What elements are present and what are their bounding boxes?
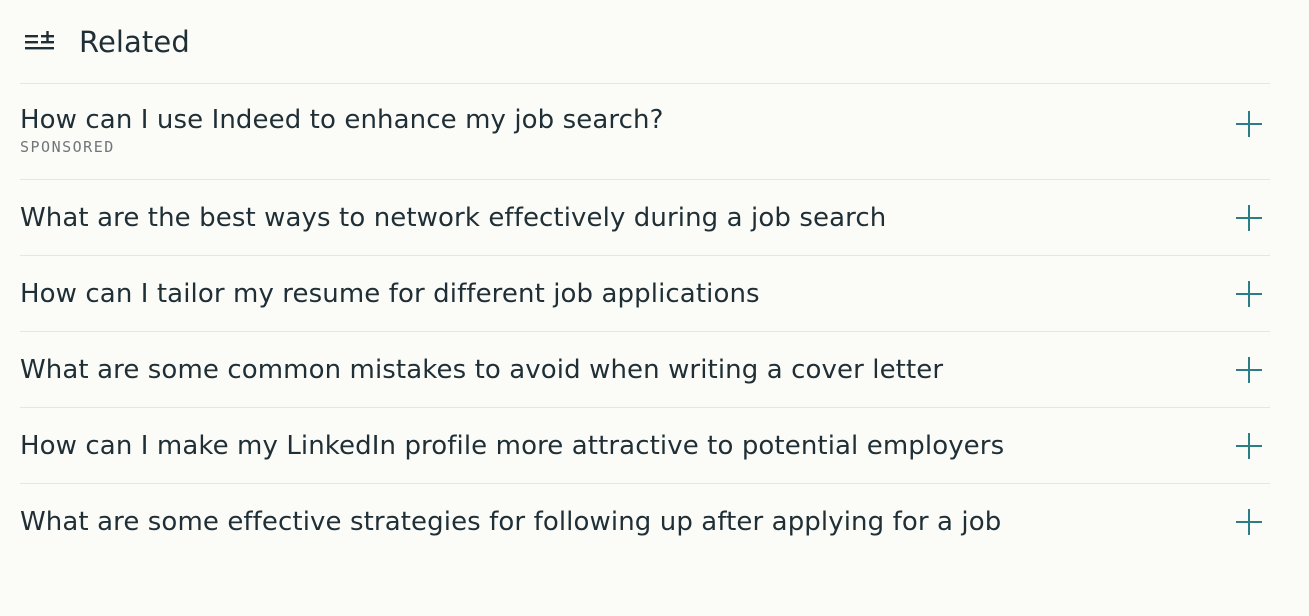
related-question: What are some effective strategies for f… bbox=[20, 507, 1002, 537]
related-item[interactable]: What are some effective strategies for f… bbox=[20, 484, 1270, 560]
related-question: What are the best ways to network effect… bbox=[20, 202, 887, 233]
related-question: How can I use Indeed to enhance my job s… bbox=[20, 105, 664, 135]
related-question: How can I tailor my resume for different… bbox=[20, 278, 760, 309]
related-section: Related How can I use Indeed to enhance … bbox=[20, 0, 1270, 560]
related-item[interactable]: How can I tailor my resume for different… bbox=[20, 256, 1270, 332]
related-item[interactable]: How can I make my LinkedIn profile more … bbox=[20, 408, 1270, 484]
related-item-text: How can I use Indeed to enhance my job s… bbox=[20, 105, 664, 156]
related-header: Related bbox=[20, 0, 1270, 84]
related-list-icon bbox=[25, 28, 61, 56]
plus-icon[interactable] bbox=[1236, 111, 1262, 137]
plus-icon[interactable] bbox=[1236, 204, 1262, 231]
related-question: How can I make my LinkedIn profile more … bbox=[20, 430, 1005, 461]
plus-icon[interactable] bbox=[1236, 509, 1262, 535]
plus-icon[interactable] bbox=[1236, 280, 1262, 307]
related-title: Related bbox=[79, 24, 190, 59]
related-item-sponsored[interactable]: How can I use Indeed to enhance my job s… bbox=[20, 84, 1270, 180]
related-question: What are some common mistakes to avoid w… bbox=[20, 354, 944, 385]
plus-icon[interactable] bbox=[1236, 432, 1262, 459]
related-item[interactable]: What are some common mistakes to avoid w… bbox=[20, 332, 1270, 408]
sponsored-label: SPONSORED bbox=[20, 138, 115, 156]
related-item[interactable]: What are the best ways to network effect… bbox=[20, 180, 1270, 256]
plus-icon[interactable] bbox=[1236, 356, 1262, 383]
